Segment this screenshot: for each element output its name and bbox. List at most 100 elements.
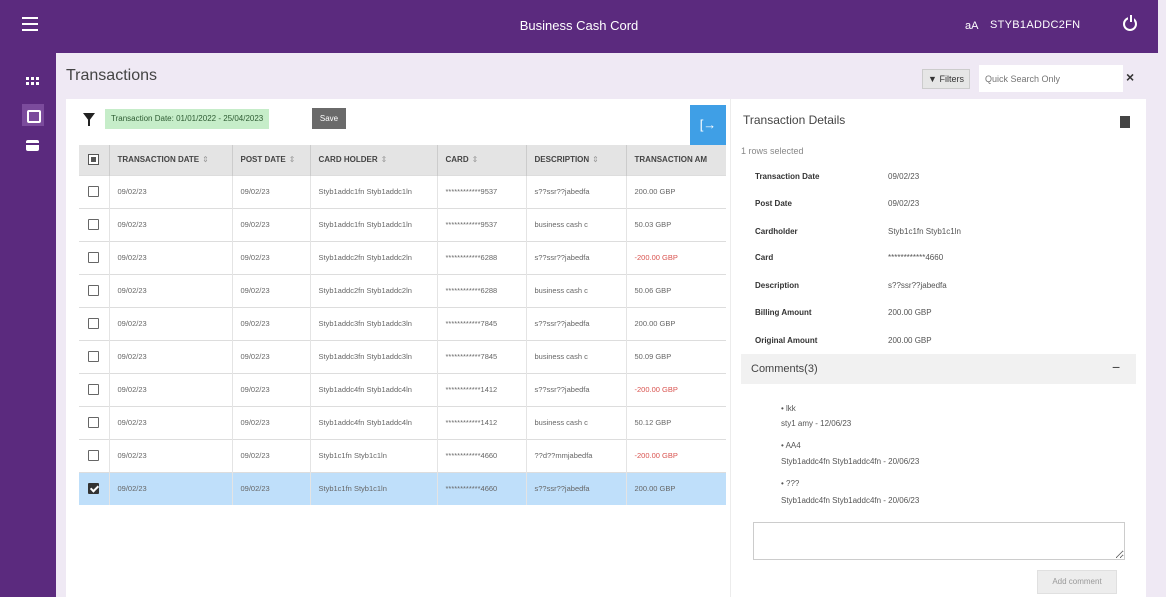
cell-transaction-date: 09/02/23 — [109, 405, 233, 439]
cell-transaction-date: 09/02/23 — [109, 174, 233, 208]
table-row[interactable]: 09/02/23 09/02/23 Styb1addc4fn Styb1addc4l… — [79, 372, 726, 406]
save-button[interactable]: Save — [312, 108, 346, 129]
filter-funnel-icon[interactable] — [83, 113, 95, 126]
cell-transaction-date: 09/02/23 — [109, 306, 233, 340]
cell-amount: 200.00 GBP — [626, 471, 726, 505]
row-checkbox[interactable] — [79, 339, 110, 373]
card-nav-icon[interactable] — [26, 140, 39, 151]
cell-card-holder: Styb1addc1fn Styb1addc1ln — [310, 207, 438, 241]
comments-title: Comments(3) — [751, 363, 818, 375]
cell-transaction-date: 09/02/23 — [109, 273, 233, 307]
comment-text: • lkk — [781, 404, 796, 413]
row-checkbox[interactable] — [79, 273, 110, 307]
column-header[interactable]: DESCRIPTION ⇕ — [526, 145, 627, 175]
cell-card: ************6288 — [437, 240, 527, 274]
grid-header-row: TRANSACTION DATE ⇕ POST DATE ⇕ CARD HOLDER… — [79, 145, 726, 175]
row-checkbox[interactable] — [79, 372, 110, 406]
cell-post-date: 09/02/23 — [232, 339, 311, 373]
logout-icon[interactable] — [1123, 15, 1137, 31]
cell-amount: -200.00 GBP — [626, 438, 726, 472]
quick-search-input[interactable] — [979, 65, 1123, 92]
row-checkbox[interactable] — [79, 405, 110, 439]
cell-card: ************7845 — [437, 339, 527, 373]
cell-description: ??d??mmjabedfa — [526, 438, 627, 472]
detail-label: Card — [755, 253, 774, 262]
comments-section-header[interactable]: Comments(3) − — [741, 354, 1136, 384]
column-header[interactable]: CARD HOLDER ⇕ — [310, 145, 438, 175]
detail-label: Description — [755, 281, 800, 290]
row-checkbox[interactable] — [79, 240, 110, 274]
sort-icon[interactable]: ⇕ — [592, 155, 599, 164]
app-root: Business Cash Cord aA STYB1ADDC2FN Trans… — [0, 0, 1166, 597]
cell-card-holder: Styb1addc1fn Styb1addc1ln — [310, 174, 438, 208]
cell-description: s??ssr??jabedfa — [526, 174, 627, 208]
table-row[interactable]: 09/02/23 09/02/23 Styb1addc3fn Styb1addc3l… — [79, 306, 726, 340]
sort-icon[interactable]: ⇕ — [381, 155, 388, 164]
cell-card: ************9537 — [437, 207, 527, 241]
cell-transaction-date: 09/02/23 — [109, 240, 233, 274]
table-row[interactable]: 09/02/23 09/02/23 Styb1addc2fn Styb1addc2l… — [79, 273, 726, 307]
document-icon[interactable] — [1120, 116, 1130, 128]
table-row[interactable]: 09/02/23 09/02/23 Styb1addc2fn Styb1addc2l… — [79, 240, 726, 274]
cell-description: business cash c — [526, 207, 627, 241]
table-row[interactable]: 09/02/23 09/02/23 Styb1c1fn Styb1c1ln *****… — [79, 438, 726, 472]
filters-button[interactable]: ▼ Filters — [922, 69, 970, 89]
sort-icon[interactable]: ⇕ — [202, 155, 209, 164]
detail-value: 200.00 GBP — [888, 336, 932, 345]
cell-amount: -200.00 GBP — [626, 372, 726, 406]
page-title: Transactions — [66, 67, 157, 84]
column-header[interactable]: POST DATE ⇕ — [232, 145, 311, 175]
cell-post-date: 09/02/23 — [232, 306, 311, 340]
table-row[interactable]: 09/02/23 09/02/23 Styb1addc4fn Styb1addc4l… — [79, 405, 726, 439]
top-bar: Business Cash Cord aA STYB1ADDC2FN — [0, 0, 1158, 53]
cell-card: ************9537 — [437, 174, 527, 208]
table-row[interactable]: 09/02/23 09/02/23 Styb1c1fn Styb1c1ln *****… — [79, 471, 726, 505]
cell-amount: 50.06 GBP — [626, 273, 726, 307]
comment-meta: Styb1addc4fn Styb1addc4fn - 20/06/23 — [781, 457, 920, 466]
row-checkbox[interactable] — [79, 471, 110, 505]
column-header[interactable]: CARD ⇕ — [437, 145, 527, 175]
user-name[interactable]: STYB1ADDC2FN — [990, 19, 1080, 31]
select-all-checkbox[interactable] — [79, 145, 110, 175]
cell-description: s??ssr??jabedfa — [526, 471, 627, 505]
cell-post-date: 09/02/23 — [232, 405, 311, 439]
dashboard-grid-icon[interactable] — [26, 75, 40, 89]
cell-amount: 50.12 GBP — [626, 405, 726, 439]
close-icon[interactable]: × — [1126, 69, 1134, 85]
filters-label: Filters — [939, 74, 964, 84]
app-title: Business Cash Cord — [519, 18, 639, 33]
table-row[interactable]: 09/02/23 09/02/23 Styb1addc1fn Styb1addc1l… — [79, 174, 726, 208]
cell-card-holder: Styb1addc2fn Styb1addc2ln — [310, 273, 438, 307]
detail-value: s??ssr??jabedfa — [888, 281, 947, 290]
cell-card: ************4660 — [437, 438, 527, 472]
row-checkbox[interactable] — [79, 306, 110, 340]
transactions-nav-icon[interactable] — [22, 104, 44, 126]
detail-label: Billing Amount — [755, 308, 812, 317]
table-row[interactable]: 09/02/23 09/02/23 Styb1addc1fn Styb1addc1l… — [79, 207, 726, 241]
comment-input[interactable] — [753, 522, 1125, 560]
detail-label: Transaction Date — [755, 172, 820, 181]
font-size-toggle[interactable]: aA — [965, 20, 978, 32]
cell-card-holder: Styb1addc4fn Styb1addc4ln — [310, 372, 438, 406]
row-checkbox[interactable] — [79, 207, 110, 241]
grid-toolbar: Transaction Date: 01/01/2022 - 25/04/202… — [66, 99, 726, 145]
sort-icon[interactable]: ⇕ — [472, 155, 479, 164]
cell-post-date: 09/02/23 — [232, 372, 311, 406]
cell-card-holder: Styb1addc3fn Styb1addc3ln — [310, 339, 438, 373]
cell-card: ************4660 — [437, 471, 527, 505]
cell-card-holder: Styb1c1fn Styb1c1ln — [310, 438, 438, 472]
cell-description: business cash c — [526, 273, 627, 307]
row-checkbox[interactable] — [79, 438, 110, 472]
add-comment-button[interactable]: Add comment — [1037, 570, 1117, 594]
detail-value: 09/02/23 — [888, 199, 920, 208]
table-row[interactable]: 09/02/23 09/02/23 Styb1addc3fn Styb1addc3l… — [79, 339, 726, 373]
collapse-icon[interactable]: − — [1112, 359, 1120, 375]
sort-icon[interactable]: ⇕ — [289, 155, 296, 164]
row-checkbox[interactable] — [79, 174, 110, 208]
detail-label: Original Amount — [755, 336, 818, 345]
export-icon[interactable]: [→ — [690, 105, 726, 145]
column-header[interactable]: TRANSACTION AM — [626, 145, 726, 175]
date-filter-chip[interactable]: Transaction Date: 01/01/2022 - 25/04/202… — [105, 109, 270, 129]
column-header[interactable]: TRANSACTION DATE ⇕ — [109, 145, 233, 175]
cell-post-date: 09/02/23 — [232, 174, 311, 208]
